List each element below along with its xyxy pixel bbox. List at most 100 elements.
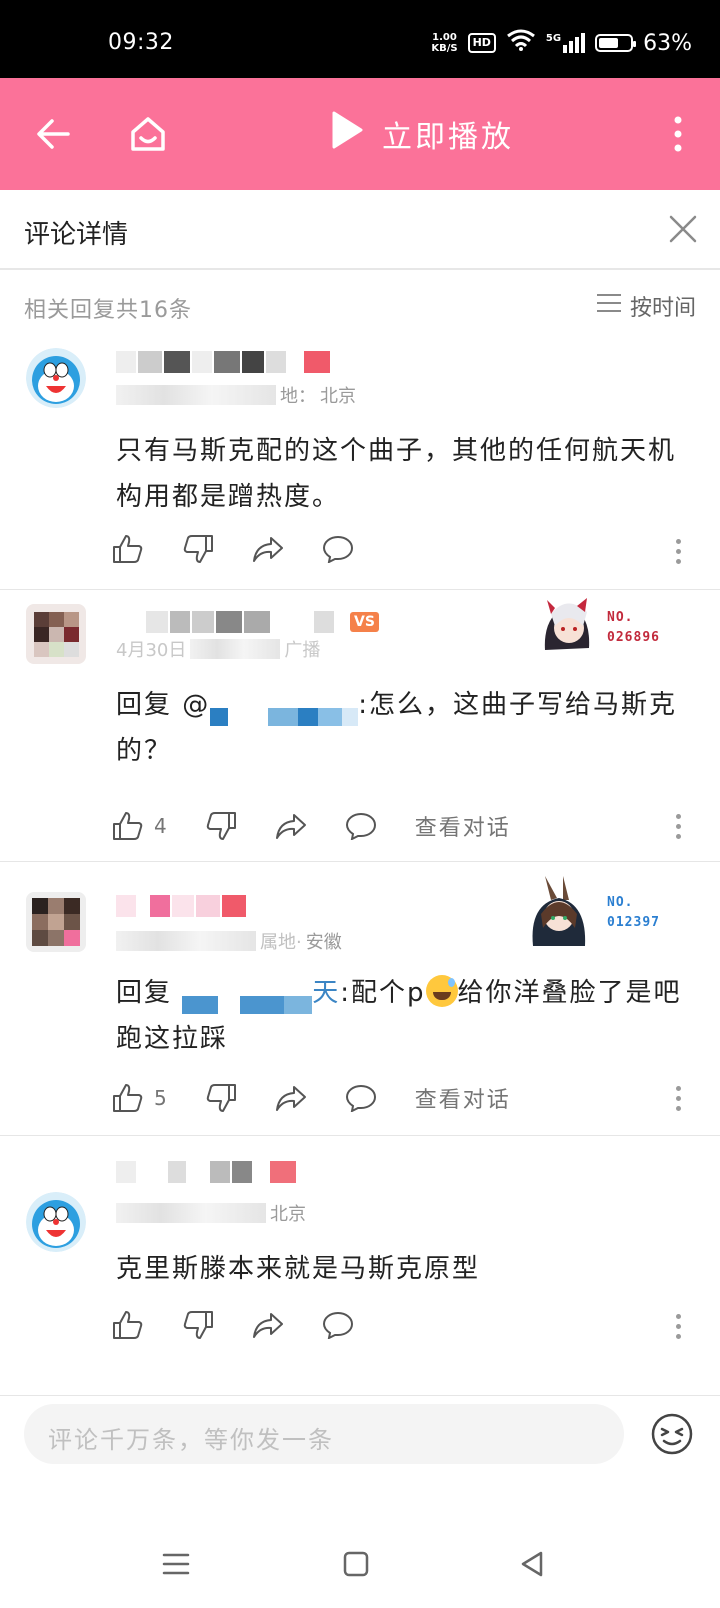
like-button[interactable]: 5 [112, 1083, 167, 1113]
avatar[interactable] [26, 1192, 86, 1252]
share-button[interactable] [275, 812, 307, 840]
fan-number: NO. 026896 [607, 610, 660, 645]
comment-text: 只有马斯克配的这个曲子，其他的任何航天机构用都是蹭热度。 [116, 436, 677, 512]
reply-button[interactable] [322, 535, 354, 563]
mention-redacted[interactable] [182, 983, 313, 1014]
comment-text: 克里斯滕本来就是马斯克原型 [116, 1254, 481, 1284]
comment-meta: 北京 [116, 1200, 306, 1226]
chat-bubble-icon [345, 812, 377, 840]
hd-badge: HD [467, 33, 496, 53]
comment-meta: 地： 北京 [116, 382, 356, 408]
username-redacted [116, 1152, 296, 1192]
play-now-button[interactable]: 立即播放 [330, 110, 514, 158]
mention-redacted[interactable] [210, 695, 359, 726]
comment-text: 回复 天:配个p 给你洋叠脸了是吧跑这拉踩 [116, 970, 686, 1062]
system-nav-bar [0, 1520, 720, 1608]
fan-badge: NO. 026896 [537, 596, 660, 660]
like-button[interactable] [112, 1310, 144, 1340]
reply-button[interactable] [322, 1311, 354, 1339]
share-arrow-icon [252, 1311, 284, 1339]
avatar[interactable] [26, 892, 86, 952]
thumb-down-icon [182, 1310, 214, 1340]
thumb-down-icon [205, 811, 237, 841]
thumb-up-icon [112, 1083, 144, 1113]
play-icon [330, 110, 364, 158]
menu-icon[interactable] [156, 1544, 196, 1584]
page-title: 评论详情 [24, 220, 129, 250]
net-speed: 1.00 KB/S [431, 32, 458, 54]
like-button[interactable]: 4 [112, 811, 167, 841]
comment-item: 北京 克里斯滕本来就是马斯克原型 [0, 1136, 720, 1396]
view-conversation-link[interactable]: 查看对话 [415, 810, 511, 842]
reply-button[interactable] [345, 812, 377, 840]
home-icon[interactable] [120, 106, 176, 162]
share-button[interactable] [252, 1311, 284, 1339]
reply-info-bar: 相关回复共16条 按时间 [0, 276, 720, 336]
fan-badge: NO. 012397 [519, 874, 660, 952]
dislike-button[interactable] [205, 811, 237, 841]
comment-input[interactable]: 评论千万条，等你发一条 [24, 1404, 624, 1464]
dislike-button[interactable] [182, 1310, 214, 1340]
sweat-smile-emoji-icon [425, 975, 458, 1007]
avatar[interactable] [26, 348, 86, 408]
fan-badge-avatar-icon [519, 874, 599, 952]
more-options-icon[interactable] [666, 539, 690, 564]
close-icon[interactable] [658, 204, 708, 254]
comment-actions: 4 查看对话 [112, 810, 511, 842]
username-redacted [116, 886, 246, 926]
back-arrow-icon[interactable] [26, 106, 82, 162]
more-options-icon[interactable] [666, 814, 690, 839]
thumb-up-icon [112, 534, 144, 564]
share-arrow-icon [252, 535, 284, 563]
comment-text: 回复 @:怎么，这曲子写给马斯克的？ [116, 690, 678, 766]
comment-item: VS 4月30日 广播 NO. 026896 回复 @:怎么，这曲子写给马斯克的… [0, 590, 720, 862]
battery-icon [595, 34, 637, 52]
play-now-label: 立即播放 [382, 120, 514, 155]
wifi-icon [506, 28, 536, 58]
more-options-icon[interactable] [666, 1086, 690, 1111]
emoji-face-icon[interactable] [650, 1412, 694, 1456]
thumb-down-icon [205, 1083, 237, 1113]
comment-actions [112, 534, 392, 564]
battery-percent: 63% [643, 30, 692, 56]
app-bar: 立即播放 [0, 78, 720, 190]
comment-item: 地： 北京 只有马斯克配的这个曲子，其他的任何航天机构用都是蹭热度。 [0, 336, 720, 590]
triangle-back-icon[interactable] [512, 1544, 552, 1584]
chat-bubble-icon [345, 1084, 377, 1112]
comment-actions: 5 查看对话 [112, 1082, 511, 1114]
dislike-button[interactable] [182, 534, 214, 564]
reply-count: 相关回复共16条 [24, 298, 192, 323]
share-arrow-icon [275, 812, 307, 840]
status-bar: 09:32 1.00 KB/S HD 5G 63% [0, 0, 720, 78]
thumb-up-icon [112, 1310, 144, 1340]
comment-meta: 属地· 安徽 [116, 928, 342, 954]
comment-input-placeholder: 评论千万条，等你发一条 [48, 1426, 334, 1454]
comment-detail-header: 评论详情 [0, 190, 720, 270]
view-conversation-link[interactable]: 查看对话 [415, 1082, 511, 1114]
more-vertical-icon[interactable] [650, 106, 706, 162]
thumb-up-icon [112, 811, 144, 841]
like-count: 4 [154, 814, 167, 838]
share-button[interactable] [252, 535, 284, 563]
like-count: 5 [154, 1086, 167, 1110]
more-options-icon[interactable] [666, 1314, 690, 1339]
square-home-icon[interactable] [336, 1544, 376, 1584]
comment-input-bar: 评论千万条，等你发一条 [0, 1390, 720, 1480]
comment-item: 属地· 安徽 NO. 012397 回复 天:配个p 给你洋叠脸了是吧跑这拉踩 5… [0, 862, 720, 1136]
sort-label: 按时间 [629, 296, 696, 321]
vip-badge: VS [350, 612, 379, 632]
status-time: 09:32 [108, 30, 174, 55]
avatar[interactable] [26, 604, 86, 664]
thumb-down-icon [182, 534, 214, 564]
chat-bubble-icon [322, 1311, 354, 1339]
chat-bubble-icon [322, 535, 354, 563]
share-button[interactable] [275, 1084, 307, 1112]
cell-signal-icon: 5G [546, 33, 586, 53]
like-button[interactable] [112, 534, 144, 564]
sort-by-time-button[interactable]: 按时间 [596, 290, 696, 322]
reply-button[interactable] [345, 1084, 377, 1112]
comment-meta: 4月30日 广播 [116, 639, 321, 661]
comment-actions [112, 1310, 392, 1340]
dislike-button[interactable] [205, 1083, 237, 1113]
fan-badge-avatar-icon [537, 596, 599, 660]
